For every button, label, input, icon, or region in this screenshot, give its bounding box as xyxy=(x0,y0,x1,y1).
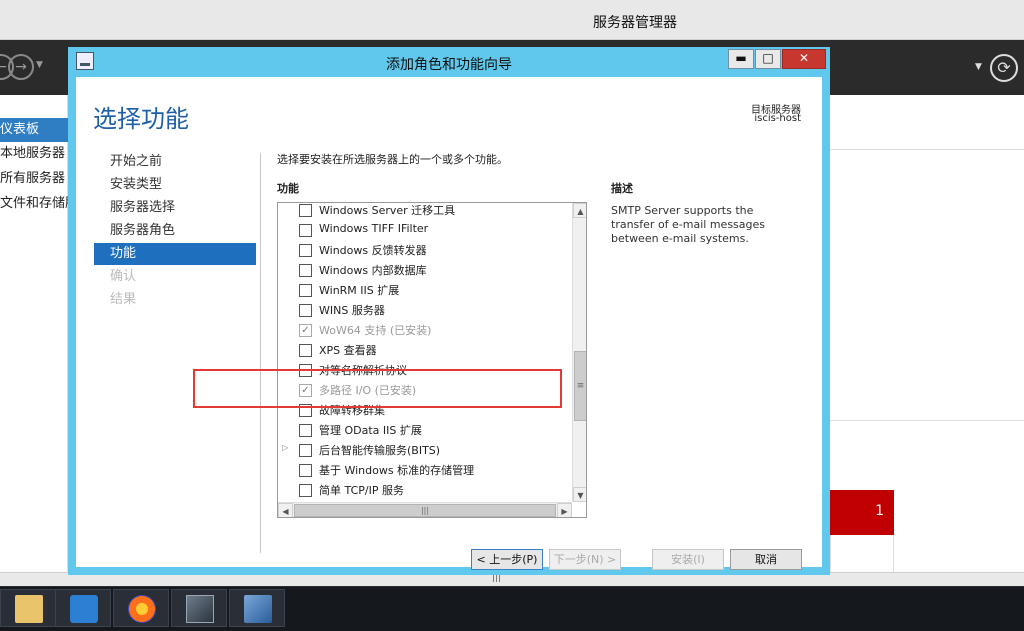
feature-row[interactable]: ▷ 后台智能传输服务(BITS) xyxy=(278,440,572,460)
feature-row[interactable]: Windows Server 迁移工具 xyxy=(278,203,572,220)
sidebar-item-file-storage[interactable]: 文件和存储服务 xyxy=(0,192,68,216)
scroll-up-icon[interactable]: ▲ xyxy=(573,203,586,218)
vertical-scrollbar[interactable]: ▲ ≡ ▼ xyxy=(572,203,586,502)
scrollbar-thumb[interactable]: ||| xyxy=(294,504,556,517)
server-manager-icon xyxy=(244,595,272,623)
wizard-title: 添加角色和功能向导 xyxy=(386,57,512,73)
step-confirmation: 确认 xyxy=(110,269,137,284)
feature-label: 基于 Windows 标准的存储管理 xyxy=(319,464,475,477)
server-manager-title: 服务器管理器 xyxy=(593,15,677,31)
feature-row[interactable]: 基于 Windows 标准的存储管理 xyxy=(278,460,572,480)
server-manager-titlebar: 服务器管理器 xyxy=(0,0,1024,40)
alert-count-tile[interactable]: 1 xyxy=(830,490,894,535)
remote-desktop-icon xyxy=(186,595,214,623)
media-player-icon xyxy=(70,595,98,623)
feature-row[interactable]: WINS 服务器 xyxy=(278,300,572,320)
feature-label: WinRM IIS 扩展 xyxy=(319,284,400,297)
feature-checkbox[interactable] xyxy=(299,464,312,477)
sidebar-item-dashboard[interactable]: 仪表板 xyxy=(0,118,68,142)
feature-checkbox[interactable] xyxy=(299,204,312,217)
scroll-right-icon[interactable]: ▶ xyxy=(557,503,572,517)
taskbar-server-manager[interactable] xyxy=(229,589,285,627)
wizard-body: 选择功能 目标服务器 iscis-host 开始之前 安装类型 服务器选择 服务… xyxy=(76,77,822,567)
chevron-down-icon[interactable]: ▼ xyxy=(975,62,982,72)
scrollbar-thumb[interactable]: ≡ xyxy=(574,351,586,421)
step-features[interactable]: 功能 xyxy=(94,243,256,265)
taskbar-media-player[interactable] xyxy=(55,589,111,627)
description-text: SMTP Server supports the transfer of e-m… xyxy=(611,204,766,245)
checkmark-icon: ✓ xyxy=(299,324,312,337)
add-roles-features-wizard: 添加角色和功能向导 ▬ □ ✕ 选择功能 目标服务器 iscis-host 开始… xyxy=(68,47,830,575)
horizontal-scrollbar[interactable]: ◀ ||| ▶ xyxy=(278,502,572,517)
target-server-host: iscis-host xyxy=(754,113,801,124)
features-list: Windows Server 迁移工具 Windows TIFF IFilter… xyxy=(278,203,572,502)
folder-icon xyxy=(15,595,43,623)
feature-checkbox[interactable] xyxy=(299,344,312,357)
feature-label: XPS 查看器 xyxy=(319,344,377,357)
close-button[interactable]: ✕ xyxy=(782,49,826,69)
feature-row[interactable]: WinRM IIS 扩展 xyxy=(278,280,572,300)
divider xyxy=(260,153,261,553)
divider xyxy=(830,420,1024,421)
taskbar-firefox[interactable] xyxy=(113,589,169,627)
next-button[interactable]: 下一步(N) > xyxy=(549,549,621,570)
features-tree[interactable]: Windows Server 迁移工具 Windows TIFF IFilter… xyxy=(277,202,587,518)
feature-row[interactable]: ✓ WoW64 支持 (已安装) xyxy=(278,320,572,340)
sidebar-item-all-servers[interactable]: 所有服务器 xyxy=(0,167,68,191)
dashboard-panel-top xyxy=(830,95,1024,150)
step-results: 结果 xyxy=(110,292,137,307)
server-manager-sidebar: 仪表板 本地服务器 所有服务器 文件和存储服务 xyxy=(0,95,68,575)
forward-arrow-icon[interactable]: → xyxy=(8,54,34,80)
previous-button[interactable]: < 上一步(P) xyxy=(471,549,543,570)
feature-label: 管理 OData IIS 扩展 xyxy=(319,424,422,437)
taskbar-remote-desktop[interactable] xyxy=(171,589,227,627)
feature-row[interactable]: 简单 TCP/IP 服务 xyxy=(278,480,572,500)
step-server-roles[interactable]: 服务器角色 xyxy=(94,220,256,242)
feature-checkbox[interactable] xyxy=(299,224,312,237)
feature-checkbox[interactable] xyxy=(299,444,312,457)
feature-row[interactable]: XPS 查看器 xyxy=(278,340,572,360)
history-dropdown-icon[interactable]: ▼ xyxy=(36,60,43,70)
feature-label: 简单 TCP/IP 服务 xyxy=(319,484,404,497)
step-installation-type[interactable]: 安装类型 xyxy=(94,174,256,196)
feature-row[interactable]: Windows 反馈转发器 xyxy=(278,240,572,260)
feature-checkbox[interactable] xyxy=(299,264,312,277)
feature-label: Windows 内部数据库 xyxy=(319,264,427,277)
description-header: 描述 xyxy=(611,182,633,195)
scroll-down-icon[interactable]: ▼ xyxy=(573,487,586,502)
feature-label: WINS 服务器 xyxy=(319,304,385,317)
feature-row[interactable]: Windows 内部数据库 xyxy=(278,260,572,280)
expand-arrow-icon[interactable]: ▷ xyxy=(282,443,288,452)
feature-label: 后台智能传输服务(BITS) xyxy=(319,444,441,457)
firefox-icon xyxy=(128,595,156,623)
install-button[interactable]: 安装(I) xyxy=(652,549,724,570)
feature-label: Windows 反馈转发器 xyxy=(319,244,427,257)
highlight-box xyxy=(193,369,562,408)
step-before-you-begin[interactable]: 开始之前 xyxy=(94,151,256,173)
minimize-button[interactable]: ▬ xyxy=(728,49,754,69)
dashboard-tile xyxy=(830,535,894,575)
feature-label: WoW64 支持 (已安装) xyxy=(319,324,432,337)
taskbar-file-explorer[interactable] xyxy=(0,589,56,627)
feature-row[interactable]: 管理 OData IIS 扩展 xyxy=(278,420,572,440)
cancel-button[interactable]: 取消 xyxy=(730,549,802,570)
page-title: 选择功能 xyxy=(93,105,189,133)
feature-checkbox[interactable] xyxy=(299,244,312,257)
feature-checkbox[interactable] xyxy=(299,424,312,437)
refresh-icon[interactable]: ⟳ xyxy=(990,54,1018,82)
step-server-selection[interactable]: 服务器选择 xyxy=(94,197,256,219)
feature-checkbox[interactable] xyxy=(299,484,312,497)
instruction-text: 选择要安装在所选服务器上的一个或多个功能。 xyxy=(277,153,508,166)
scroll-left-icon[interactable]: ◀ xyxy=(278,503,293,517)
features-header: 功能 xyxy=(277,182,299,195)
feature-checkbox[interactable] xyxy=(299,284,312,297)
feature-checkbox[interactable] xyxy=(299,304,312,317)
feature-row[interactable]: Windows TIFF IFilter xyxy=(278,220,572,240)
maximize-button[interactable]: □ xyxy=(755,49,781,69)
dashboard-panel xyxy=(830,150,1024,420)
sidebar-item-local-server[interactable]: 本地服务器 xyxy=(0,142,68,166)
feature-label: Windows TIFF IFilter xyxy=(319,222,429,235)
feature-label: Windows Server 迁移工具 xyxy=(319,204,456,217)
